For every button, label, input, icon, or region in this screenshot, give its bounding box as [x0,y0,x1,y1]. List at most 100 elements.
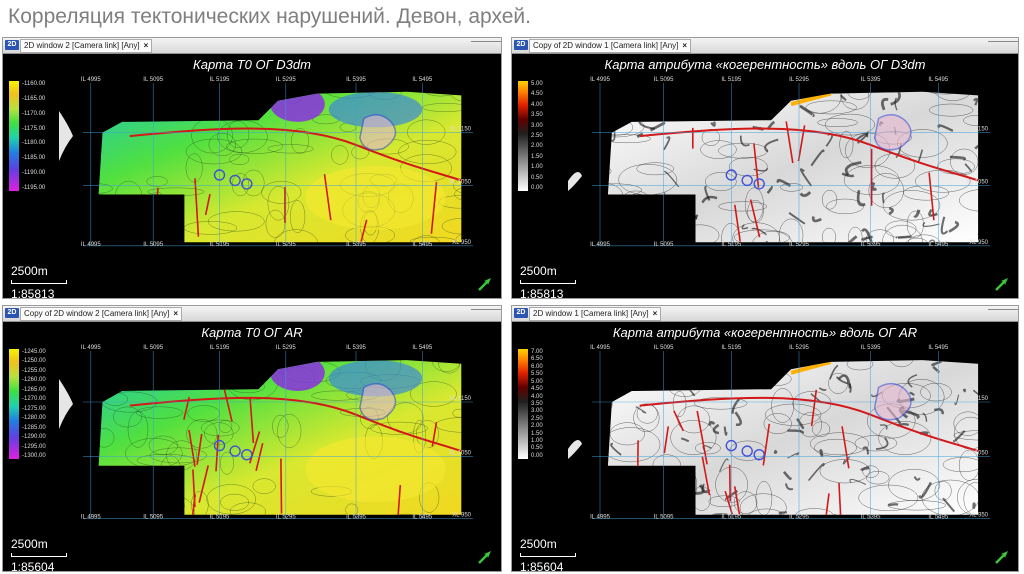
scale-bar: 2500m 1:85604 [520,535,576,571]
legend-tick-label: 7.00 [531,349,543,355]
il-label: IL 5195 [721,242,741,248]
legend-tick-label: 0.50 [531,174,543,181]
legend-tick-label: 4.50 [531,91,543,98]
coherence-streak [607,380,620,387]
contour-line [148,191,167,223]
contour-line [677,467,698,504]
contour-line [619,190,652,218]
color-legend: -1160.00 -1165.00 -1170.00 -1175.00 -1180.00… [9,81,73,191]
contour-line [755,360,791,375]
coherence-streak [726,360,732,363]
close-icon[interactable]: × [173,309,178,318]
close-icon[interactable]: × [682,41,687,50]
map-window-tr[interactable]: 2D Copy of 2D window 1 [Camera link] [Any… [511,37,1019,299]
coherence-streak [593,505,603,509]
coherence-streak [666,113,683,120]
map-window-bl[interactable]: 2D Copy of 2D window 2 [Camera link] [Any… [2,305,502,572]
il-label: IL 5095 [654,514,674,520]
close-icon[interactable]: × [653,309,658,318]
map-canvas[interactable]: IL 4995 IL 4995 IL 5095 IL 5095 IL 5195 IL 51… [590,77,990,260]
contour-line [610,505,640,515]
close-icon[interactable]: × [144,41,149,50]
il-label: IL 5295 [276,345,296,351]
coherence-streak [722,360,736,362]
coherence-streak [660,214,675,219]
il-label: IL 5095 [143,345,163,351]
scale-bar: 2500m 1:85604 [11,535,67,571]
map-canvas[interactable]: IL 4995 IL 4995 IL 5095 IL 5095 IL 5195 IL 51… [81,345,473,533]
contour-line [117,234,143,243]
il-label: IL 5295 [789,77,809,83]
window-tab[interactable]: Copy of 2D window 1 [Camera link] [Any] × [529,39,692,53]
legend-colorbar [9,349,19,459]
contour-line [625,467,649,480]
contour-line [643,371,675,386]
legend-tick-label: 2.50 [531,415,543,422]
legend-tick-label: -1260.00 [22,377,46,384]
legend-histogram [568,440,582,459]
coherence-streak [596,256,607,260]
coherence-streak [717,103,732,115]
legend-tick-label: 4.00 [531,393,543,400]
coherence-streak [773,449,778,454]
contour-line [98,97,134,126]
legend-tick-label: 4.50 [531,386,543,393]
coherence-streak [781,91,793,96]
coherence-streak [815,248,823,252]
coherence-streak [664,473,678,484]
coherence-streak [743,94,750,101]
il-label: IL 5195 [721,345,741,351]
contour-line [99,195,138,232]
il-label: IL 5495 [412,514,432,520]
coherence-streak [673,222,685,237]
il-label: IL 4995 [81,345,101,351]
scale-bar-line [11,280,67,284]
xl-label: XL 950 [452,512,471,518]
scale-bar-line [11,553,67,557]
coherence-streak [637,107,643,120]
window-tab[interactable]: Copy of 2D window 2 [Camera link] [Any] × [20,307,183,321]
contour-line [640,472,655,500]
titlebar-decor [471,309,501,319]
map-window-br[interactable]: 2D 2D window 1 [Camera link] [Any] × Карта … [511,305,1019,572]
il-label: IL 5395 [346,514,366,520]
il-label: IL 5295 [789,514,809,520]
il-label: IL 5195 [721,77,741,83]
titlebar-decor [988,309,1018,319]
contour-line [624,484,678,508]
legend-tick-label: 4.00 [531,101,543,108]
high-zone [305,436,446,503]
contour-line [607,182,624,209]
legend-histogram [568,172,582,191]
map-canvas[interactable]: IL 4995 IL 4995 IL 5095 IL 5095 IL 5195 IL 51… [81,77,473,260]
contour-line [675,521,690,534]
map-canvas[interactable]: IL 4995 IL 4995 IL 5095 IL 5095 IL 5195 IL 51… [590,345,990,534]
scale-bar-line [520,553,576,557]
xl-label: XL 1150 [449,396,471,402]
legend-tick-label: -1175.00 [22,125,46,132]
legend-tick-label: 2.50 [531,132,543,139]
coherence-streak [896,251,899,254]
il-label: IL 5495 [928,345,948,351]
xl-label: XL 950 [969,240,988,246]
window-tab[interactable]: 2D window 2 [Camera link] [Any] × [20,39,153,53]
window-2d-badge-icon: 2D [5,308,19,318]
scale-length: 2500m [520,537,557,551]
contour-line [99,208,146,220]
coherence-streak [653,530,663,543]
window-tab[interactable]: 2D window 1 [Camera link] [Any] × [529,307,662,321]
window-tab-label: Copy of 2D window 2 [Camera link] [Any] [24,309,170,318]
legend-tick-label: -1265.00 [22,386,46,393]
legend-tick-label: 3.00 [531,122,543,129]
coherence-streak [674,372,684,378]
page-title: Корреляция тектонических нарушений. Дево… [8,5,531,28]
il-label: IL 4995 [81,242,101,248]
legend-tick-label: -1275.00 [22,405,46,412]
coherence-streak [959,91,974,94]
map-window-tl[interactable]: 2D 2D window 2 [Camera link] [Any] × Карта … [2,37,502,299]
legend-tick-label: -1195.00 [22,184,46,191]
map-title: Карта атрибута «когерентность» вдоль ОГ … [612,325,918,340]
legend-tick-label: -1280.00 [22,415,46,422]
xl-label: XL 1050 [966,180,989,186]
low-zone [270,360,325,391]
